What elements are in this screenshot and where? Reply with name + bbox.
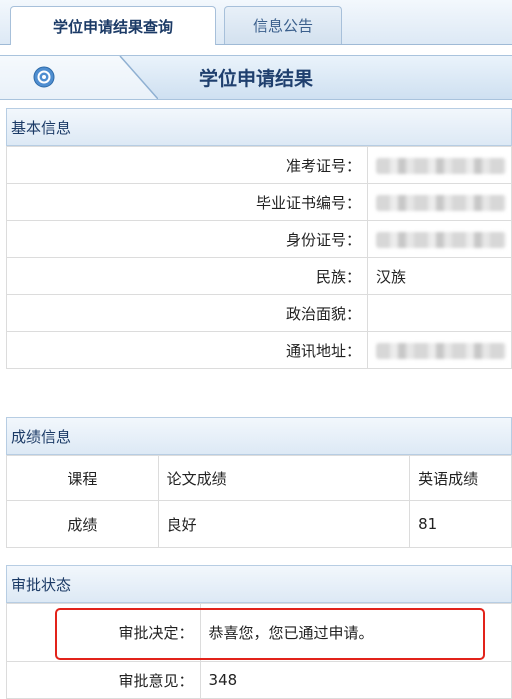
label-address: 通讯地址： — [5, 331, 369, 369]
column-header-thesis-score: 论文成绩 — [157, 455, 411, 501]
label-political-status: 政治面貌： — [5, 294, 369, 332]
redacted-value — [376, 194, 507, 211]
column-header-english-score: 英语成绩 — [409, 455, 512, 501]
table-row: 成绩 良好 81 — [6, 500, 512, 548]
redacted-value — [376, 231, 507, 248]
section-header-approval: 审批状态 — [6, 565, 512, 603]
table-row: 毕业证书编号： — [5, 183, 512, 221]
label-id-number: 身份证号： — [5, 220, 369, 258]
tab-degree-result-query[interactable]: 学位申请结果查询 — [10, 6, 216, 45]
table-row: 民族： 汉族 — [5, 257, 512, 295]
tab-label: 信息公告 — [252, 17, 313, 35]
value-diploma-number — [367, 183, 512, 221]
value-ethnicity: 汉族 — [367, 257, 512, 295]
value-political-status — [367, 294, 512, 332]
thesis-score-value: 良好 — [157, 500, 411, 548]
row-label-score: 成绩 — [6, 500, 159, 548]
table-row: 政治面貌： — [5, 294, 512, 332]
label-approval-opinion: 审批意见： — [6, 661, 201, 699]
title-bar: 学位申请结果 — [0, 55, 512, 100]
value-id-number — [367, 220, 512, 258]
table-row: 准考证号： — [5, 146, 512, 184]
annotation-highlight-box — [55, 608, 485, 660]
redacted-value — [376, 342, 507, 359]
value-exam-number — [367, 146, 512, 184]
english-score-value: 81 — [409, 500, 512, 548]
tab-label: 学位申请结果查询 — [52, 17, 173, 36]
approval-opinion-value: 348 — [199, 661, 512, 699]
tab-announcements[interactable]: 信息公告 — [224, 6, 342, 44]
table-row: 审批意见： 348 — [6, 661, 512, 699]
section-header-scores: 成绩信息 — [6, 417, 512, 455]
scores-table: 课程 论文成绩 英语成绩 成绩 良好 81 — [6, 455, 512, 548]
page-title: 学位申请结果 — [198, 68, 313, 90]
redacted-value — [376, 157, 507, 174]
table-row: 课程 论文成绩 英语成绩 — [6, 455, 512, 501]
label-exam-number: 准考证号： — [5, 146, 369, 184]
table-row: 通讯地址： — [5, 331, 512, 369]
table-row: 身份证号： — [5, 220, 512, 258]
label-diploma-number: 毕业证书编号： — [5, 183, 369, 221]
label-ethnicity: 民族： — [5, 257, 369, 295]
tab-bar: 学位申请结果查询 信息公告 — [0, 0, 512, 45]
basic-info-table: 准考证号： 毕业证书编号： 身份证号： 民族： 汉族 政治面貌： 通讯地址： — [5, 146, 512, 369]
value-address — [367, 331, 512, 369]
section-header-basic-info: 基本信息 — [6, 108, 512, 146]
column-header-course: 课程 — [6, 455, 159, 501]
